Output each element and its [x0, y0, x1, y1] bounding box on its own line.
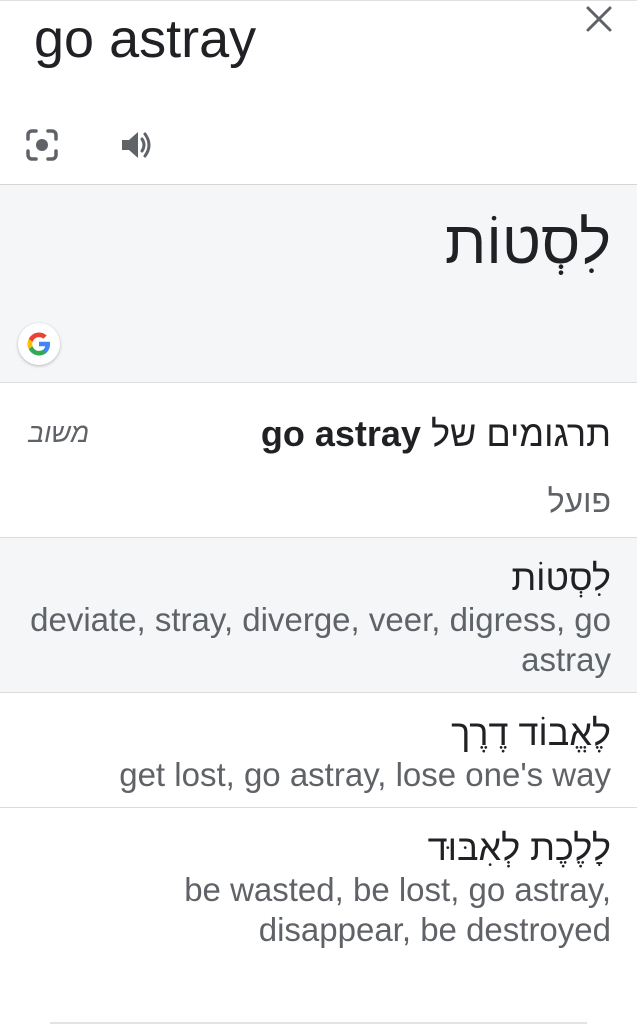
translations-title-prefix: תרגומים של — [430, 413, 611, 454]
entry-word: לִסְטוֹת — [511, 557, 611, 598]
translations-title: תרגומים של go astray — [261, 409, 611, 459]
close-button[interactable] — [585, 5, 613, 33]
source-tools — [22, 125, 156, 165]
entry-word: לֶאֱבוֹד דֶרֶך — [451, 712, 611, 753]
speaker-icon — [122, 132, 151, 158]
translation-entry[interactable]: לָלֶכֶת לְאִבּוּד be wasted, be lost, go… — [0, 808, 637, 962]
source-text[interactable]: go astray — [34, 4, 256, 74]
translation-entry[interactable]: לִסְטוֹת deviate, stray, diverge, veer, … — [0, 538, 637, 693]
translate-page: go astray לִסְטוֹת תרגומים של go astray … — [0, 0, 637, 1024]
translations-title-term: go astray — [260, 413, 421, 454]
google-logo — [18, 323, 60, 365]
entry-synonyms: deviate, stray, diverge, veer, digress, … — [30, 601, 611, 678]
entry-synonyms: be wasted, be lost, go astray, disappear… — [184, 871, 611, 948]
result-text[interactable]: לִסְטוֹת — [445, 203, 611, 283]
google-g-logo — [27, 332, 50, 356]
feedback-link[interactable]: משוב — [28, 415, 89, 451]
camera-lens-icon — [26, 129, 58, 161]
translation-entry[interactable]: לֶאֱבוֹד דֶרֶך get lost, go astray, lose… — [0, 693, 637, 808]
close-icon — [586, 6, 612, 32]
result-panel: לִסְטוֹת — [0, 185, 637, 383]
part-of-speech-label: פועל — [547, 483, 611, 519]
entry-synonyms: get lost, go astray, lose one's way — [119, 756, 611, 793]
listen-button[interactable] — [116, 125, 156, 165]
entry-word: לָלֶכֶת לְאִבּוּד — [427, 827, 611, 868]
source-panel: go astray — [0, 0, 637, 185]
translations-header: תרגומים של go astray משוב פועל — [0, 383, 637, 538]
camera-button[interactable] — [22, 125, 62, 165]
